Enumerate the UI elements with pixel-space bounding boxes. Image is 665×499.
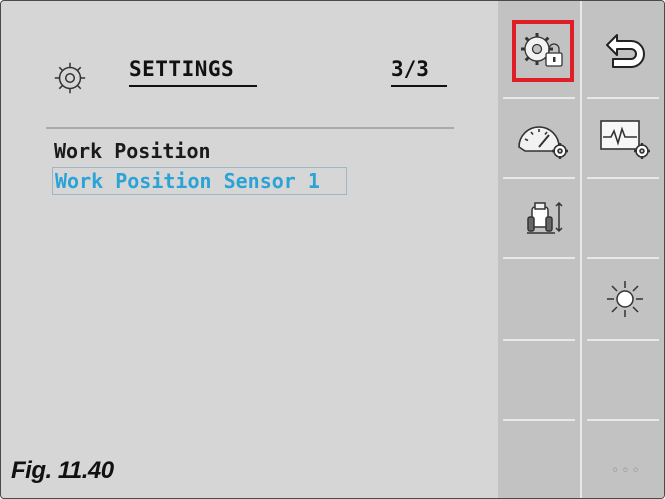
settings-panel: SETTINGS 3/3 Work Position Work Position… xyxy=(1,1,498,498)
tractor-height-icon xyxy=(527,201,563,234)
terminal-screen: SETTINGS 3/3 Work Position Work Position… xyxy=(0,0,665,499)
softkey-separator xyxy=(587,419,659,421)
softkey-bar: ◦◦◦ xyxy=(498,1,664,498)
gauge-settings-softkey[interactable] xyxy=(503,97,583,177)
selected-softkey-highlight xyxy=(512,20,574,82)
gauge-settings-icon xyxy=(518,126,568,159)
signal-settings-softkey[interactable] xyxy=(585,97,664,177)
title-underline xyxy=(129,85,257,87)
softkey-separator xyxy=(587,177,659,179)
back-icon xyxy=(606,34,645,68)
more-softkeys-indicator[interactable]: ◦◦◦ xyxy=(611,463,642,479)
figure-caption: Fig. 11.40 xyxy=(11,457,114,484)
work-position-softkey[interactable] xyxy=(503,177,583,257)
softkey-separator xyxy=(503,339,575,341)
softkey-separator xyxy=(587,339,659,341)
page-title: SETTINGS xyxy=(129,57,235,81)
page-indicator: 3/3 xyxy=(391,57,429,81)
softkey-separator xyxy=(503,419,575,421)
softkey-separator xyxy=(503,257,575,259)
back-softkey[interactable] xyxy=(585,11,664,91)
brightness-icon xyxy=(607,281,643,317)
header-divider xyxy=(46,127,454,129)
page-underline xyxy=(391,85,447,87)
gear-icon xyxy=(54,62,86,94)
brightness-softkey[interactable] xyxy=(585,259,664,339)
menu-item-work-position[interactable]: Work Position xyxy=(54,139,211,163)
signal-settings-icon xyxy=(600,120,650,159)
menu-item-work-position-sensor-1[interactable]: Work Position Sensor 1 xyxy=(52,167,347,195)
